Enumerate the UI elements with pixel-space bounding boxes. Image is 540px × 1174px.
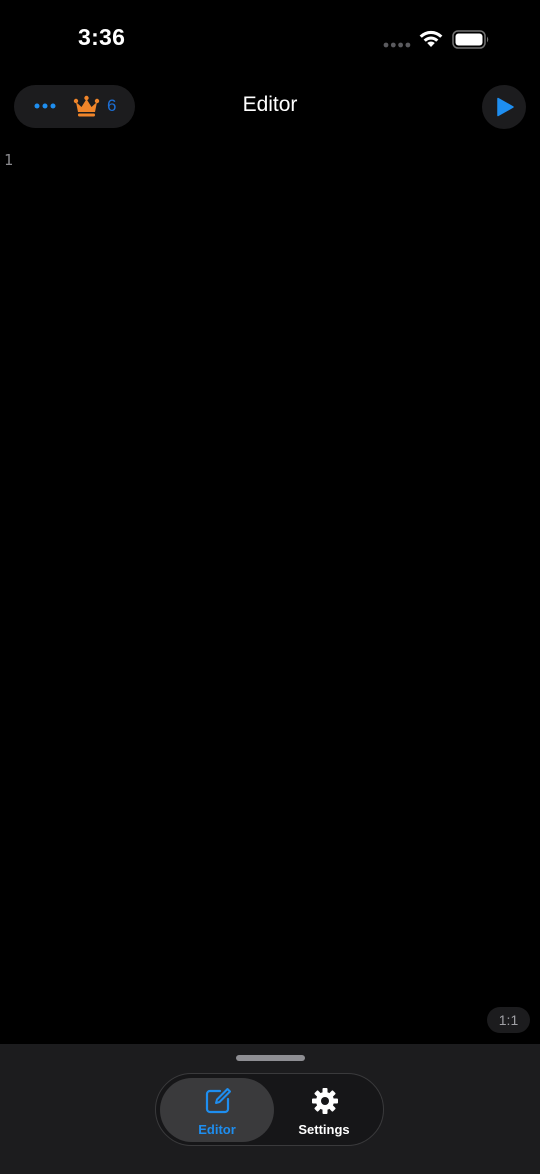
tab-editor-label: Editor [198, 1122, 236, 1137]
tab-settings[interactable]: Settings [267, 1078, 381, 1142]
wifi-icon [419, 30, 443, 47]
grab-handle[interactable] [236, 1055, 305, 1061]
line-number: 1 [4, 151, 14, 169]
status-bar: 3:36 [0, 0, 540, 80]
more-icon[interactable] [34, 99, 56, 113]
bottom-panel: Editor Settings [0, 1044, 540, 1174]
premium-count: 6 [107, 96, 117, 115]
crown-icon[interactable] [73, 95, 100, 117]
play-icon [497, 97, 514, 117]
cursor-position-badge: 1:1 [487, 1007, 530, 1033]
tab-bar: Editor Settings [155, 1073, 384, 1146]
cellular-signal-icon [383, 42, 411, 48]
battery-icon [452, 30, 489, 49]
gear-icon [312, 1088, 338, 1114]
compose-icon [205, 1088, 231, 1114]
nav-left-group: 6 [14, 85, 135, 128]
tab-editor[interactable]: Editor [160, 1078, 274, 1142]
code-editor[interactable]: 1 [0, 140, 540, 1040]
run-button[interactable] [482, 85, 526, 129]
tab-settings-label: Settings [298, 1122, 350, 1137]
status-time: 3:36 [78, 24, 126, 50]
page-title: Editor [242, 93, 298, 116]
